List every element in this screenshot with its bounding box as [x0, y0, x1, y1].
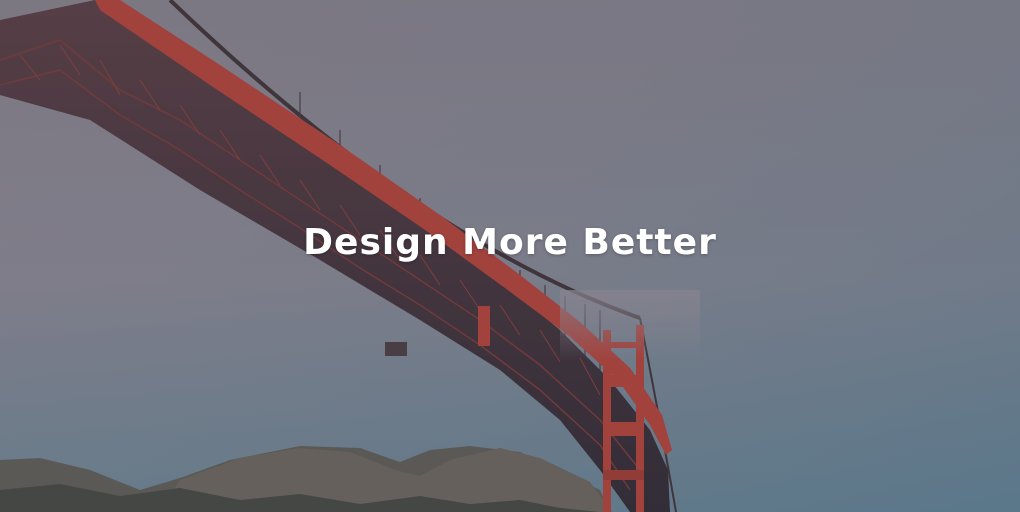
hero-headline: Design More Better — [303, 222, 717, 263]
hero-banner: Design More Better — [0, 0, 1020, 512]
